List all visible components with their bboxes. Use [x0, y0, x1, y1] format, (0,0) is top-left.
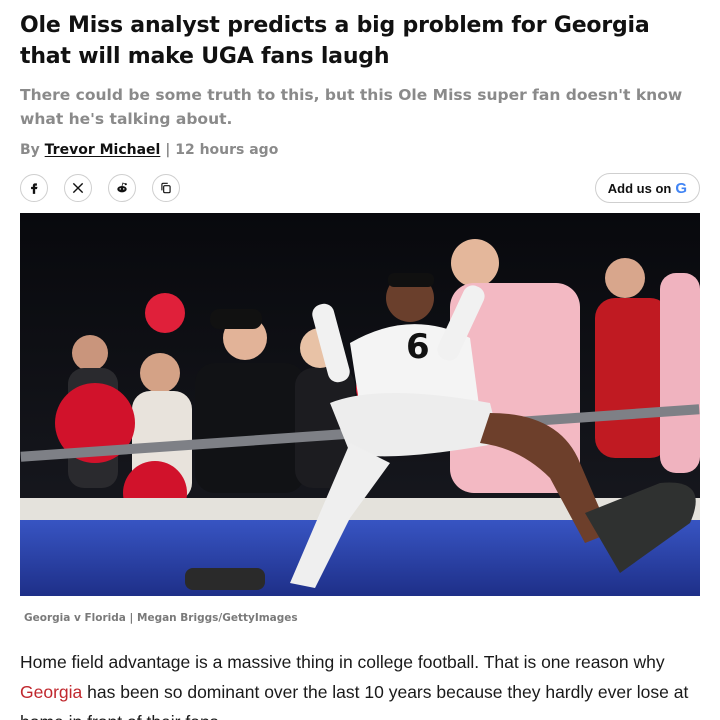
article-body-paragraph: Home field advantage is a massive thing …: [20, 647, 710, 720]
x-icon: [72, 182, 84, 194]
share-row: Add us on G: [20, 173, 700, 204]
google-icon: G: [675, 179, 687, 197]
byline: By Trevor Michael | 12 hours ago: [20, 140, 700, 160]
add-us-on-google-button[interactable]: Add us on G: [594, 173, 700, 203]
copy-link-button[interactable]: [152, 174, 180, 202]
byline-prefix: By: [20, 142, 40, 158]
x-share-button[interactable]: [64, 174, 92, 202]
paragraph-text-end: has been so dominant over the last 10 ye…: [20, 682, 689, 720]
byline-separator: |: [165, 142, 171, 158]
article-header: Ole Miss analyst predicts a big problem …: [20, 0, 700, 204]
hero-image: 6: [20, 213, 700, 596]
add-us-label: Add us on: [607, 180, 672, 196]
reddit-share-button[interactable]: [108, 174, 136, 202]
article-title: Ole Miss analyst predicts a big problem …: [20, 13, 650, 69]
author-link[interactable]: Trevor Michael: [45, 142, 161, 158]
reddit-icon: [117, 182, 127, 193]
copy-link-icon: [161, 182, 171, 194]
image-caption: Georgia v Florida | Megan Briggs/GettyIm…: [24, 612, 298, 624]
hero-photo-illustration: 6: [20, 213, 700, 596]
jersey-number: 6: [406, 327, 430, 367]
facebook-icon: [31, 183, 38, 194]
timestamp: 12 hours ago: [175, 142, 279, 158]
article-subtitle: There could be some truth to this, but t…: [20, 86, 683, 128]
facebook-share-button[interactable]: [20, 174, 48, 202]
paragraph-text-start: Home field advantage is a massive thing …: [20, 652, 665, 672]
georgia-link[interactable]: Georgia: [20, 682, 82, 702]
